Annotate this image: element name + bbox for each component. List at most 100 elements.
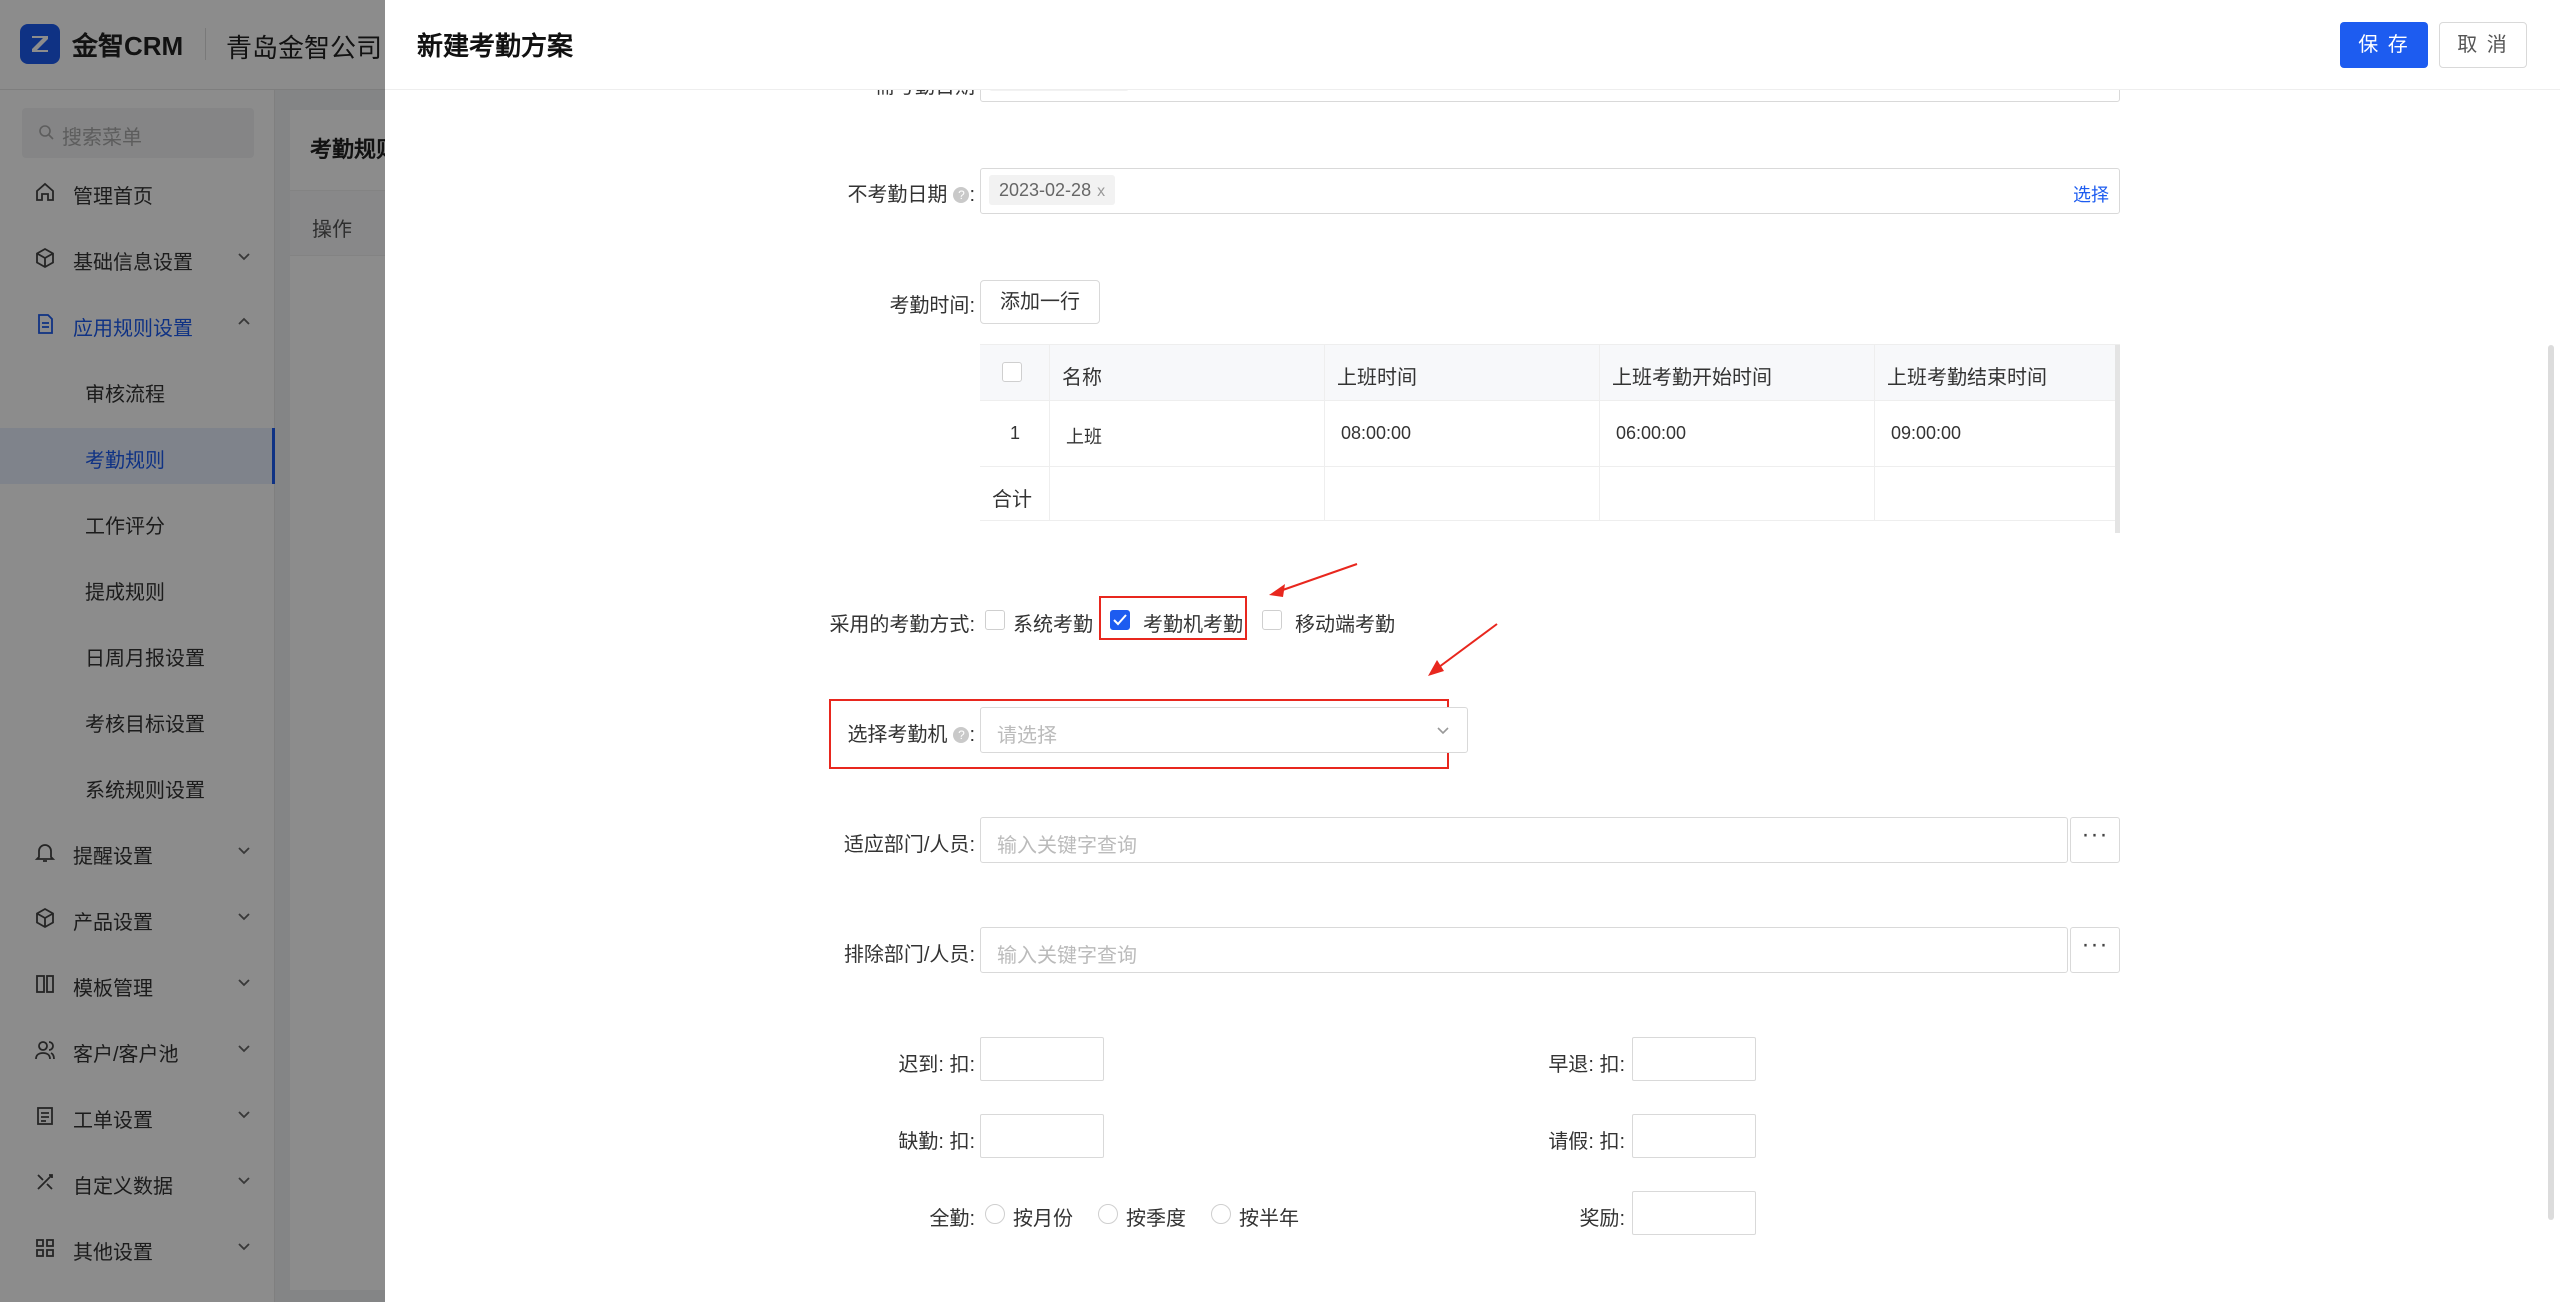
annotation-highlight-box xyxy=(1099,596,1247,640)
late-label-text: 迟到 xyxy=(898,1054,939,1076)
early-leave-label-text: 早退 xyxy=(1548,1054,1589,1076)
cancel-button[interactable]: 取 消 xyxy=(2439,22,2527,68)
column-header-end-time: 上班考勤结束时间 xyxy=(1875,345,2120,401)
deduct-text: 扣 xyxy=(1599,1131,1620,1153)
machine-label: 选择考勤机?: xyxy=(847,724,975,746)
table-cell-end-time[interactable]: 09:00:00 xyxy=(1875,401,2120,467)
date-tag: 2023-02-28 x xyxy=(989,175,1116,205)
table-footer-cell xyxy=(1325,467,1600,521)
exclude-input[interactable]: 输入关键字查询 xyxy=(980,927,2068,973)
early-leave-deduct-input[interactable] xyxy=(1632,1037,1756,1081)
table-footer-cell xyxy=(1600,467,1875,521)
by-month-label: 按月份 xyxy=(1013,1208,1073,1230)
machine-label-text: 选择考勤机 xyxy=(847,724,948,746)
column-header-start-time: 上班考勤开始时间 xyxy=(1600,345,1875,401)
table-row-index: 1 xyxy=(980,401,1050,467)
attendance-time-label: 考勤时间: xyxy=(889,295,975,317)
cell-text: 08:00:00 xyxy=(1341,423,1412,443)
leave-label: 请假: 扣: xyxy=(1548,1131,1625,1153)
by-quarter-radio[interactable] xyxy=(1098,1204,1118,1224)
select-link[interactable]: 选择 xyxy=(2073,181,2109,207)
help-icon[interactable]: ? xyxy=(953,727,970,743)
footer-text: 合计 xyxy=(992,489,1032,511)
reward-input[interactable] xyxy=(1632,1191,1756,1235)
plan-form: 需考勤日期 不考勤日期?: 2023-02-28x 选择 考勤时间: 添加一行 … xyxy=(385,90,2545,1302)
table-cell-name[interactable]: 上班 xyxy=(1050,401,1325,467)
column-header-text: 上班考勤开始时间 xyxy=(1612,367,1772,389)
by-quarter-label: 按季度 xyxy=(1126,1208,1186,1230)
annotation-arrow xyxy=(1428,623,1498,676)
cell-text: 06:00:00 xyxy=(1616,423,1687,443)
absent-deduct-input[interactable] xyxy=(980,1114,1104,1158)
table-footer-label: 合计 xyxy=(980,467,1050,521)
exclude-label: 排除部门/人员: xyxy=(843,944,975,966)
help-icon[interactable]: ? xyxy=(953,187,970,203)
absent-label: 缺勤: 扣: xyxy=(898,1131,975,1153)
date-tag-text: 2023-02-28 xyxy=(999,180,1092,200)
deduct-text: 扣 xyxy=(949,1131,970,1153)
method-label-text: 采用的考勤方式 xyxy=(829,614,970,636)
no-attendance-dates-field[interactable]: 2023-02-28 x 选择 xyxy=(980,168,2120,214)
late-deduct-input[interactable] xyxy=(980,1037,1104,1081)
annotation-arrow xyxy=(1269,563,1358,597)
chevron-down-icon xyxy=(1437,727,1449,735)
by-half-year-label: 按半年 xyxy=(1239,1208,1299,1230)
column-header-text: 上班时间 xyxy=(1337,367,1417,389)
leave-deduct-input[interactable] xyxy=(1632,1114,1756,1158)
drawer-title: 新建考勤方案 xyxy=(417,31,574,61)
attendance-dates-label: 需考勤日期 xyxy=(840,90,975,100)
system-attendance-label: 系统考勤 xyxy=(1013,614,1093,636)
drawer-header: 新建考勤方案 保 存 取 消 xyxy=(385,0,2560,90)
attendance-time-label-text: 考勤时间 xyxy=(889,295,970,317)
reward-label: 奖励: xyxy=(1579,1208,1625,1230)
row-index-text: 1 xyxy=(1010,423,1021,443)
leave-label-text: 请假 xyxy=(1548,1131,1589,1153)
cell-text: 上班 xyxy=(1066,427,1102,447)
method-label: 采用的考勤方式: xyxy=(829,614,975,636)
column-header-text: 名称 xyxy=(1062,367,1102,389)
dept-input-placeholder: 输入关键字查询 xyxy=(997,835,1137,857)
scrollbar[interactable] xyxy=(2548,345,2554,1220)
attendance-dates-label-text: 需考勤日期 xyxy=(875,90,975,98)
table-cell-start-time[interactable]: 06:00:00 xyxy=(1600,401,1875,467)
full-attendance-label: 全勤: xyxy=(929,1208,975,1230)
dept-label: 适应部门/人员: xyxy=(843,834,975,856)
by-half-year-radio[interactable] xyxy=(1211,1204,1231,1224)
no-attendance-dates-label: 不考勤日期?: xyxy=(847,184,975,206)
dept-input[interactable]: 输入关键字查询 xyxy=(980,817,2068,863)
attendance-dates-field[interactable] xyxy=(980,90,2120,102)
exclude-label-text: 排除部门/人员 xyxy=(843,944,970,966)
close-icon[interactable]: x xyxy=(1097,183,1105,200)
exclude-input-placeholder: 输入关键字查询 xyxy=(997,945,1137,967)
exclude-more-button[interactable]: ··· xyxy=(2070,927,2120,973)
save-button[interactable]: 保 存 xyxy=(2340,22,2428,68)
reward-label-text: 奖励 xyxy=(1579,1208,1620,1230)
deduct-text: 扣 xyxy=(949,1054,970,1076)
attendance-date-tag xyxy=(989,90,1129,91)
table-header-select xyxy=(980,345,1050,401)
column-header-work-time: 上班时间 xyxy=(1325,345,1600,401)
early-leave-label: 早退: 扣: xyxy=(1548,1054,1625,1076)
late-label: 迟到: 扣: xyxy=(898,1054,975,1076)
dept-label-text: 适应部门/人员 xyxy=(843,834,970,856)
dept-more-button[interactable]: ··· xyxy=(2070,817,2120,863)
deduct-text: 扣 xyxy=(1599,1054,1620,1076)
cell-text: 09:00:00 xyxy=(1891,423,1962,443)
machine-select-placeholder: 请选择 xyxy=(997,725,1057,747)
table-cell-work-time[interactable]: 08:00:00 xyxy=(1325,401,1600,467)
new-attendance-plan-drawer: 新建考勤方案 保 存 取 消 需考勤日期 不考勤日期?: 2023-02-28 x… xyxy=(385,0,2560,1302)
column-header-name: 名称 xyxy=(1050,345,1325,401)
table-footer-cell xyxy=(1875,467,2120,521)
by-month-radio[interactable] xyxy=(985,1204,1005,1224)
column-header-text: 上班考勤结束时间 xyxy=(1887,367,2047,389)
system-attendance-checkbox[interactable] xyxy=(985,610,1005,630)
no-attendance-dates-label-text: 不考勤日期 xyxy=(847,184,948,206)
add-row-button[interactable]: 添加一行 xyxy=(980,280,1100,324)
table-footer-cell xyxy=(1050,467,1325,521)
attendance-time-table: 名称 上班时间 上班考勤开始时间 上班考勤结束时间 1 上班 08:00:00 … xyxy=(980,344,2120,533)
annotation-arrows xyxy=(1269,563,1498,676)
select-all-checkbox[interactable] xyxy=(1002,362,1022,382)
absent-label-text: 缺勤 xyxy=(898,1131,939,1153)
table-scroll-edge xyxy=(2115,345,2120,533)
full-attendance-label-text: 全勤 xyxy=(929,1208,970,1230)
